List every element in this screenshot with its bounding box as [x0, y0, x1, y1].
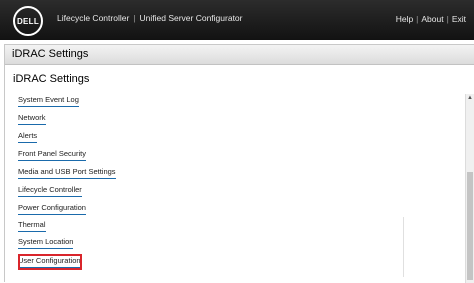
top-bar: DELL Lifecycle Controller | Unified Server… [0, 0, 474, 40]
menu-item-thermal[interactable]: Thermal [18, 220, 46, 236]
panel-title: iDRAC Settings [12, 48, 89, 60]
menu-item-label: System Event Log [18, 95, 79, 107]
panel-title-bar: iDRAC Settings [5, 45, 474, 65]
vertical-scrollbar[interactable]: ▲ [465, 94, 474, 283]
menu-item-label: Front Panel Security [18, 149, 86, 161]
menu-item-power-configuration[interactable]: Power Configuration [18, 203, 86, 219]
menu-item-label: Alerts [18, 131, 38, 143]
about-link[interactable]: About [421, 14, 443, 24]
section-title: iDRAC Settings [13, 73, 90, 85]
link-separator: | [416, 14, 419, 24]
settings-panel: iDRAC Settings iDRAC Settings System Eve… [4, 44, 474, 283]
dell-logo: DELL [13, 6, 43, 36]
highlight-box [18, 254, 82, 270]
content-divider [403, 217, 404, 277]
menu-item-front-panel-security[interactable]: Front Panel Security [18, 149, 86, 165]
menu-item-lifecycle-controller[interactable]: Lifecycle Controller [18, 185, 82, 201]
exit-link[interactable]: Exit [452, 14, 466, 24]
menu-item-media-usb-port-settings[interactable]: Media and USB Port Settings [18, 167, 116, 183]
product-title: Lifecycle Controller | Unified Server Conf… [57, 13, 243, 23]
menu-item-label: Lifecycle Controller [18, 185, 82, 197]
logo-text: DELL [16, 16, 40, 26]
menu-item-network[interactable]: Network [18, 113, 46, 129]
link-separator: | [446, 14, 449, 24]
menu-item-system-location[interactable]: System Location [18, 237, 74, 253]
top-links: Help | About | Exit [396, 14, 466, 24]
menu-item-alerts[interactable]: Alerts [18, 131, 38, 147]
scroll-up-icon[interactable]: ▲ [466, 94, 474, 102]
scrollbar-thumb[interactable] [467, 172, 473, 280]
menu-item-label: Network [18, 113, 46, 125]
menu-item-label: System Location [18, 237, 74, 249]
product-subtitle: Unified Server Configurator [139, 13, 243, 23]
menu-item-system-event-log[interactable]: System Event Log [18, 95, 79, 111]
menu-item-label: Power Configuration [18, 203, 86, 215]
title-separator: | [133, 13, 136, 23]
menu-item-label: Media and USB Port Settings [18, 167, 116, 179]
product-name: Lifecycle Controller [57, 13, 130, 23]
menu-item-label: Thermal [18, 220, 46, 232]
help-link[interactable]: Help [396, 14, 413, 24]
